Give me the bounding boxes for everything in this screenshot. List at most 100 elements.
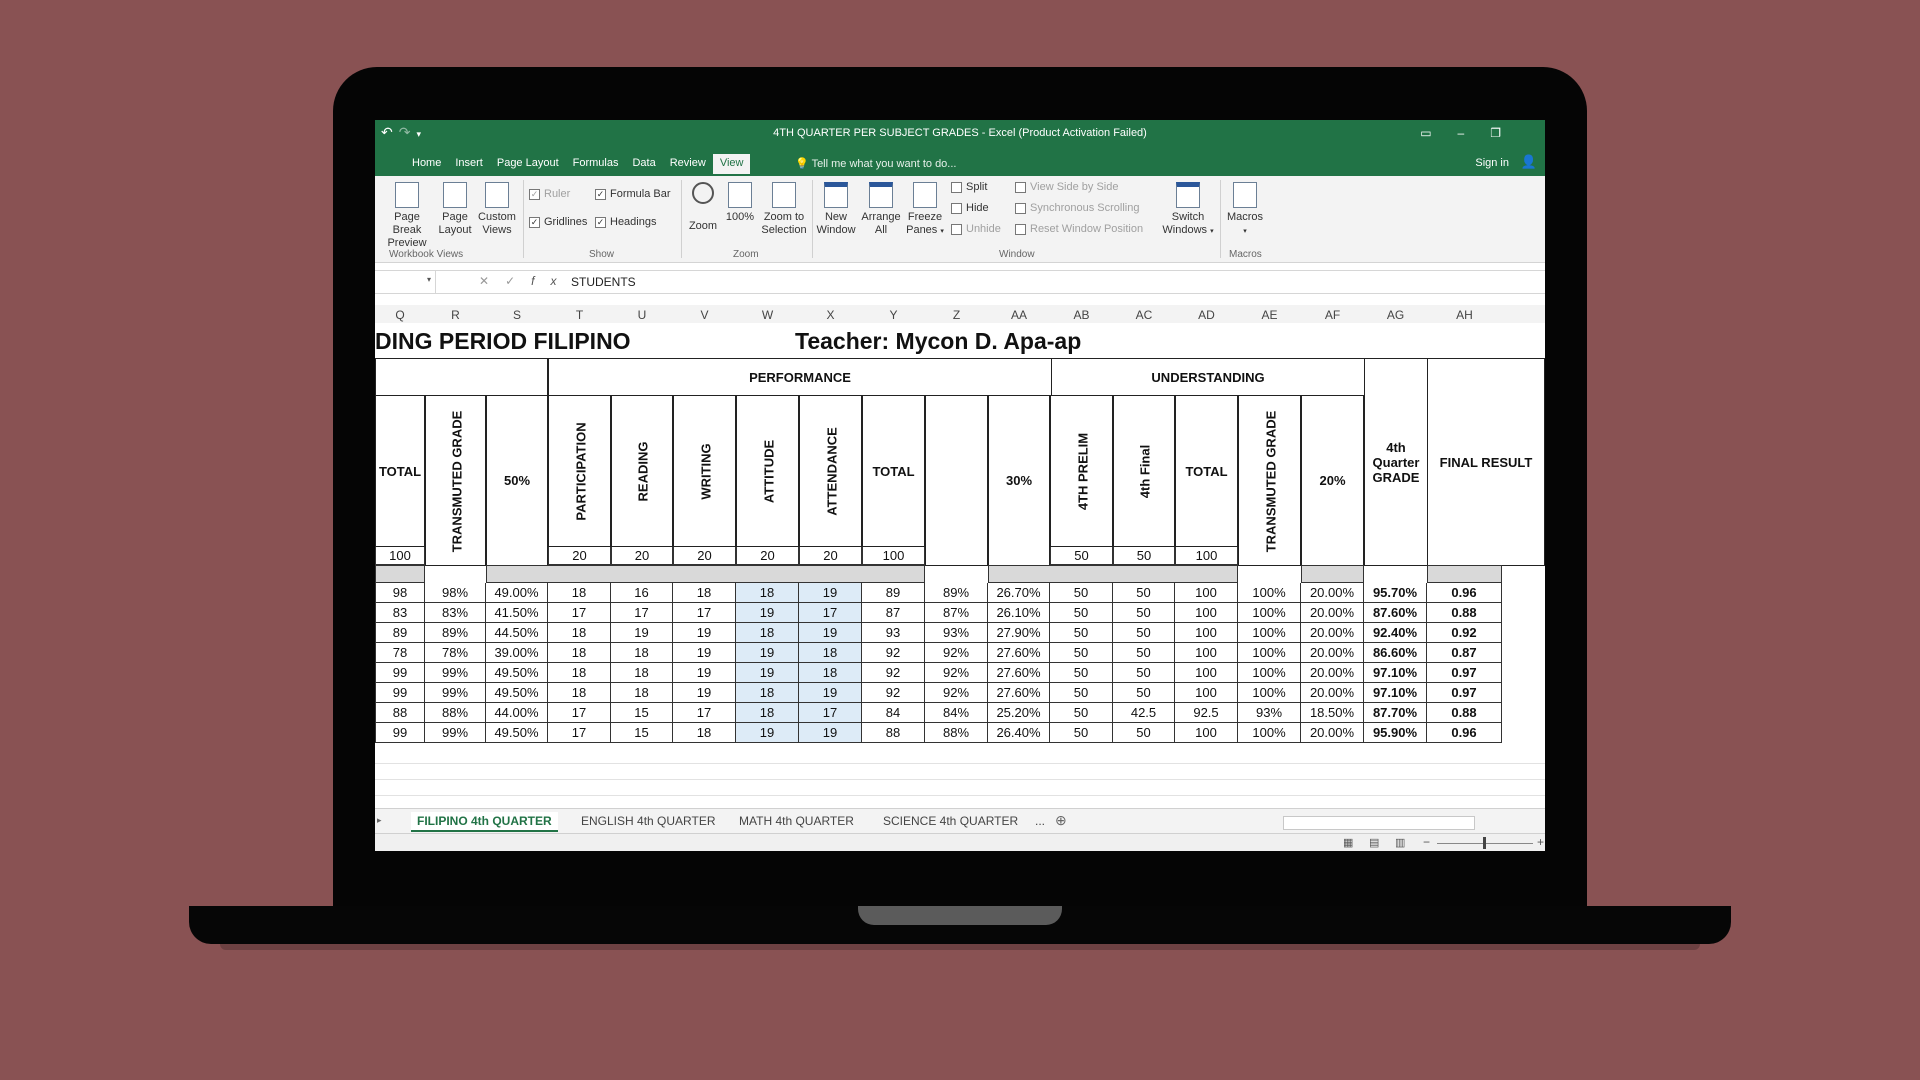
enter-icon[interactable]: ✓: [505, 274, 531, 288]
column-header[interactable]: X: [799, 308, 862, 322]
tab-data[interactable]: Data: [625, 154, 662, 174]
label: Window: [816, 224, 856, 236]
data-cell: 99: [375, 663, 425, 683]
sign-in-link[interactable]: Sign in: [1475, 157, 1509, 169]
column-header[interactable]: Z: [925, 308, 988, 322]
label: Headings: [610, 216, 657, 228]
column-header[interactable]: AD: [1175, 308, 1238, 322]
tell-me-box[interactable]: 💡 Tell me what you want to do...: [795, 157, 956, 170]
page-layout-view-button[interactable]: Page Layout: [437, 182, 473, 237]
sheet-tab-english[interactable]: ENGLISH 4th QUARTER: [575, 812, 721, 830]
column-header[interactable]: AB: [1050, 308, 1113, 322]
switch-windows-button[interactable]: Switch Windows ▾: [1161, 182, 1215, 238]
data-cell: 88: [375, 703, 425, 723]
group-separator: [812, 180, 813, 258]
tab-formulas[interactable]: Formulas: [566, 154, 626, 174]
add-sheet-icon[interactable]: ⊕: [1055, 812, 1067, 829]
label: Preview: [387, 237, 427, 249]
reset-window-position-button[interactable]: Reset Window Position: [1015, 223, 1143, 235]
view-side-by-side-button[interactable]: View Side by Side: [1015, 181, 1118, 193]
zoom-button[interactable]: Zoom: [685, 182, 721, 233]
column-headers: Q R S T U V W X Y Z AA AB AC AD AE AF AG AH: [375, 305, 1545, 324]
minimize-icon[interactable]: –: [1458, 126, 1491, 140]
column-header[interactable]: T: [548, 308, 611, 322]
column-header[interactable]: AA: [988, 308, 1050, 322]
horizontal-scrollbar[interactable]: [1283, 816, 1475, 830]
data-cell: 15: [611, 703, 673, 723]
gridlines-checkbox[interactable]: ✓ Gridlines: [529, 216, 587, 228]
arrange-all-button[interactable]: Arrange All: [859, 182, 903, 237]
cancel-icon[interactable]: ✕: [479, 274, 505, 288]
zoom-100-button[interactable]: 100%: [723, 182, 757, 224]
share-person-icon[interactable]: 👤: [1521, 154, 1537, 170]
window-title: 4TH QUARTER PER SUBJECT GRADES - Excel (…: [773, 127, 1147, 139]
data-cell: 100: [1175, 643, 1238, 663]
tell-me-text: Tell me what you want to do...: [811, 158, 957, 170]
data-cell: 83%: [425, 603, 486, 623]
column-header[interactable]: AH: [1427, 308, 1502, 322]
macros-button[interactable]: Macros ▾: [1225, 182, 1265, 238]
column-header[interactable]: R: [425, 308, 486, 322]
column-header[interactable]: AG: [1364, 308, 1427, 322]
data-cell: 20.00%: [1301, 643, 1364, 663]
page-layout-view-icon[interactable]: ▤: [1369, 836, 1379, 849]
fx-icon[interactable]: fx: [531, 274, 572, 288]
vertical-header-text: PARTICIPATION: [573, 422, 588, 521]
data-cell: 100: [1175, 723, 1238, 743]
custom-views-button[interactable]: Custom Views: [475, 182, 519, 237]
page-break-preview-button[interactable]: Page Break Preview: [379, 182, 435, 250]
freeze-panes-button[interactable]: Freeze Panes ▾: [905, 182, 945, 238]
normal-view-icon[interactable]: ▦: [1343, 836, 1353, 849]
zoom-out-icon[interactable]: −: [1423, 835, 1430, 849]
group-header-cut: [375, 358, 548, 396]
zoom-slider-thumb[interactable]: [1483, 837, 1486, 849]
name-box[interactable]: ▾: [375, 271, 436, 293]
data-cell: 100: [1175, 683, 1238, 703]
zoom-to-selection-button[interactable]: Zoom to Selection: [759, 182, 809, 237]
tab-home[interactable]: Home: [405, 154, 448, 174]
column-header[interactable]: Y: [862, 308, 925, 322]
column-header[interactable]: AF: [1301, 308, 1364, 322]
column-header[interactable]: W: [736, 308, 799, 322]
data-cell: 84%: [925, 703, 988, 723]
column-header[interactable]: Q: [375, 308, 425, 322]
headings-checkbox[interactable]: ✓ Headings: [595, 216, 656, 228]
ruler-checkbox[interactable]: ✓ Ruler: [529, 188, 570, 200]
worksheet-grid[interactable]: DING PERIOD FILIPINO Teacher: Mycon D. A…: [375, 323, 1545, 812]
data-cell: 18: [673, 583, 736, 603]
ribbon-display-icon[interactable]: ▭: [1420, 126, 1457, 140]
unhide-button[interactable]: Unhide: [951, 223, 1001, 235]
data-cell: 20.00%: [1301, 583, 1364, 603]
tab-page-layout[interactable]: Page Layout: [490, 154, 566, 174]
sheet-tab-math[interactable]: MATH 4th QUARTER: [733, 812, 860, 830]
more-tabs-button[interactable]: ...: [1029, 812, 1051, 830]
hide-button[interactable]: Hide: [951, 202, 989, 214]
scroll-tabs-icon[interactable]: ▸: [377, 815, 382, 826]
page-break-view-icon[interactable]: ▥: [1395, 836, 1405, 849]
data-cell: 88%: [425, 703, 486, 723]
column-header[interactable]: S: [486, 308, 548, 322]
new-window-button[interactable]: New Window: [815, 182, 857, 237]
tab-view[interactable]: View: [712, 154, 751, 174]
column-header[interactable]: AE: [1238, 308, 1301, 322]
restore-icon[interactable]: ❐: [1490, 126, 1527, 140]
sheet-tab-filipino[interactable]: FILIPINO 4th QUARTER: [411, 812, 558, 832]
formula-bar-checkbox[interactable]: ✓ Formula Bar: [595, 188, 671, 200]
data-cell: 49.50%: [486, 663, 548, 683]
max-score-cell: 20: [548, 547, 611, 565]
zoom-in-icon[interactable]: +: [1537, 835, 1544, 849]
max-score-cell: 100: [1175, 547, 1238, 565]
column-header[interactable]: V: [673, 308, 736, 322]
tab-review[interactable]: Review: [663, 154, 713, 174]
split-button[interactable]: Split: [951, 181, 987, 193]
sheet-tab-science[interactable]: SCIENCE 4th QUARTER: [877, 812, 1024, 830]
tab-insert[interactable]: Insert: [448, 154, 490, 174]
column-header-cell: TRANSMUTED GRADE: [1238, 395, 1301, 566]
data-cell: 49.50%: [486, 683, 548, 703]
formula-input[interactable]: STUDENTS: [571, 275, 636, 289]
synchronous-scrolling-button[interactable]: Synchronous Scrolling: [1015, 202, 1139, 214]
data-cell: 39.00%: [486, 643, 548, 663]
column-header[interactable]: AC: [1113, 308, 1175, 322]
column-header[interactable]: U: [611, 308, 673, 322]
max-score-cell: 50: [1050, 547, 1113, 565]
